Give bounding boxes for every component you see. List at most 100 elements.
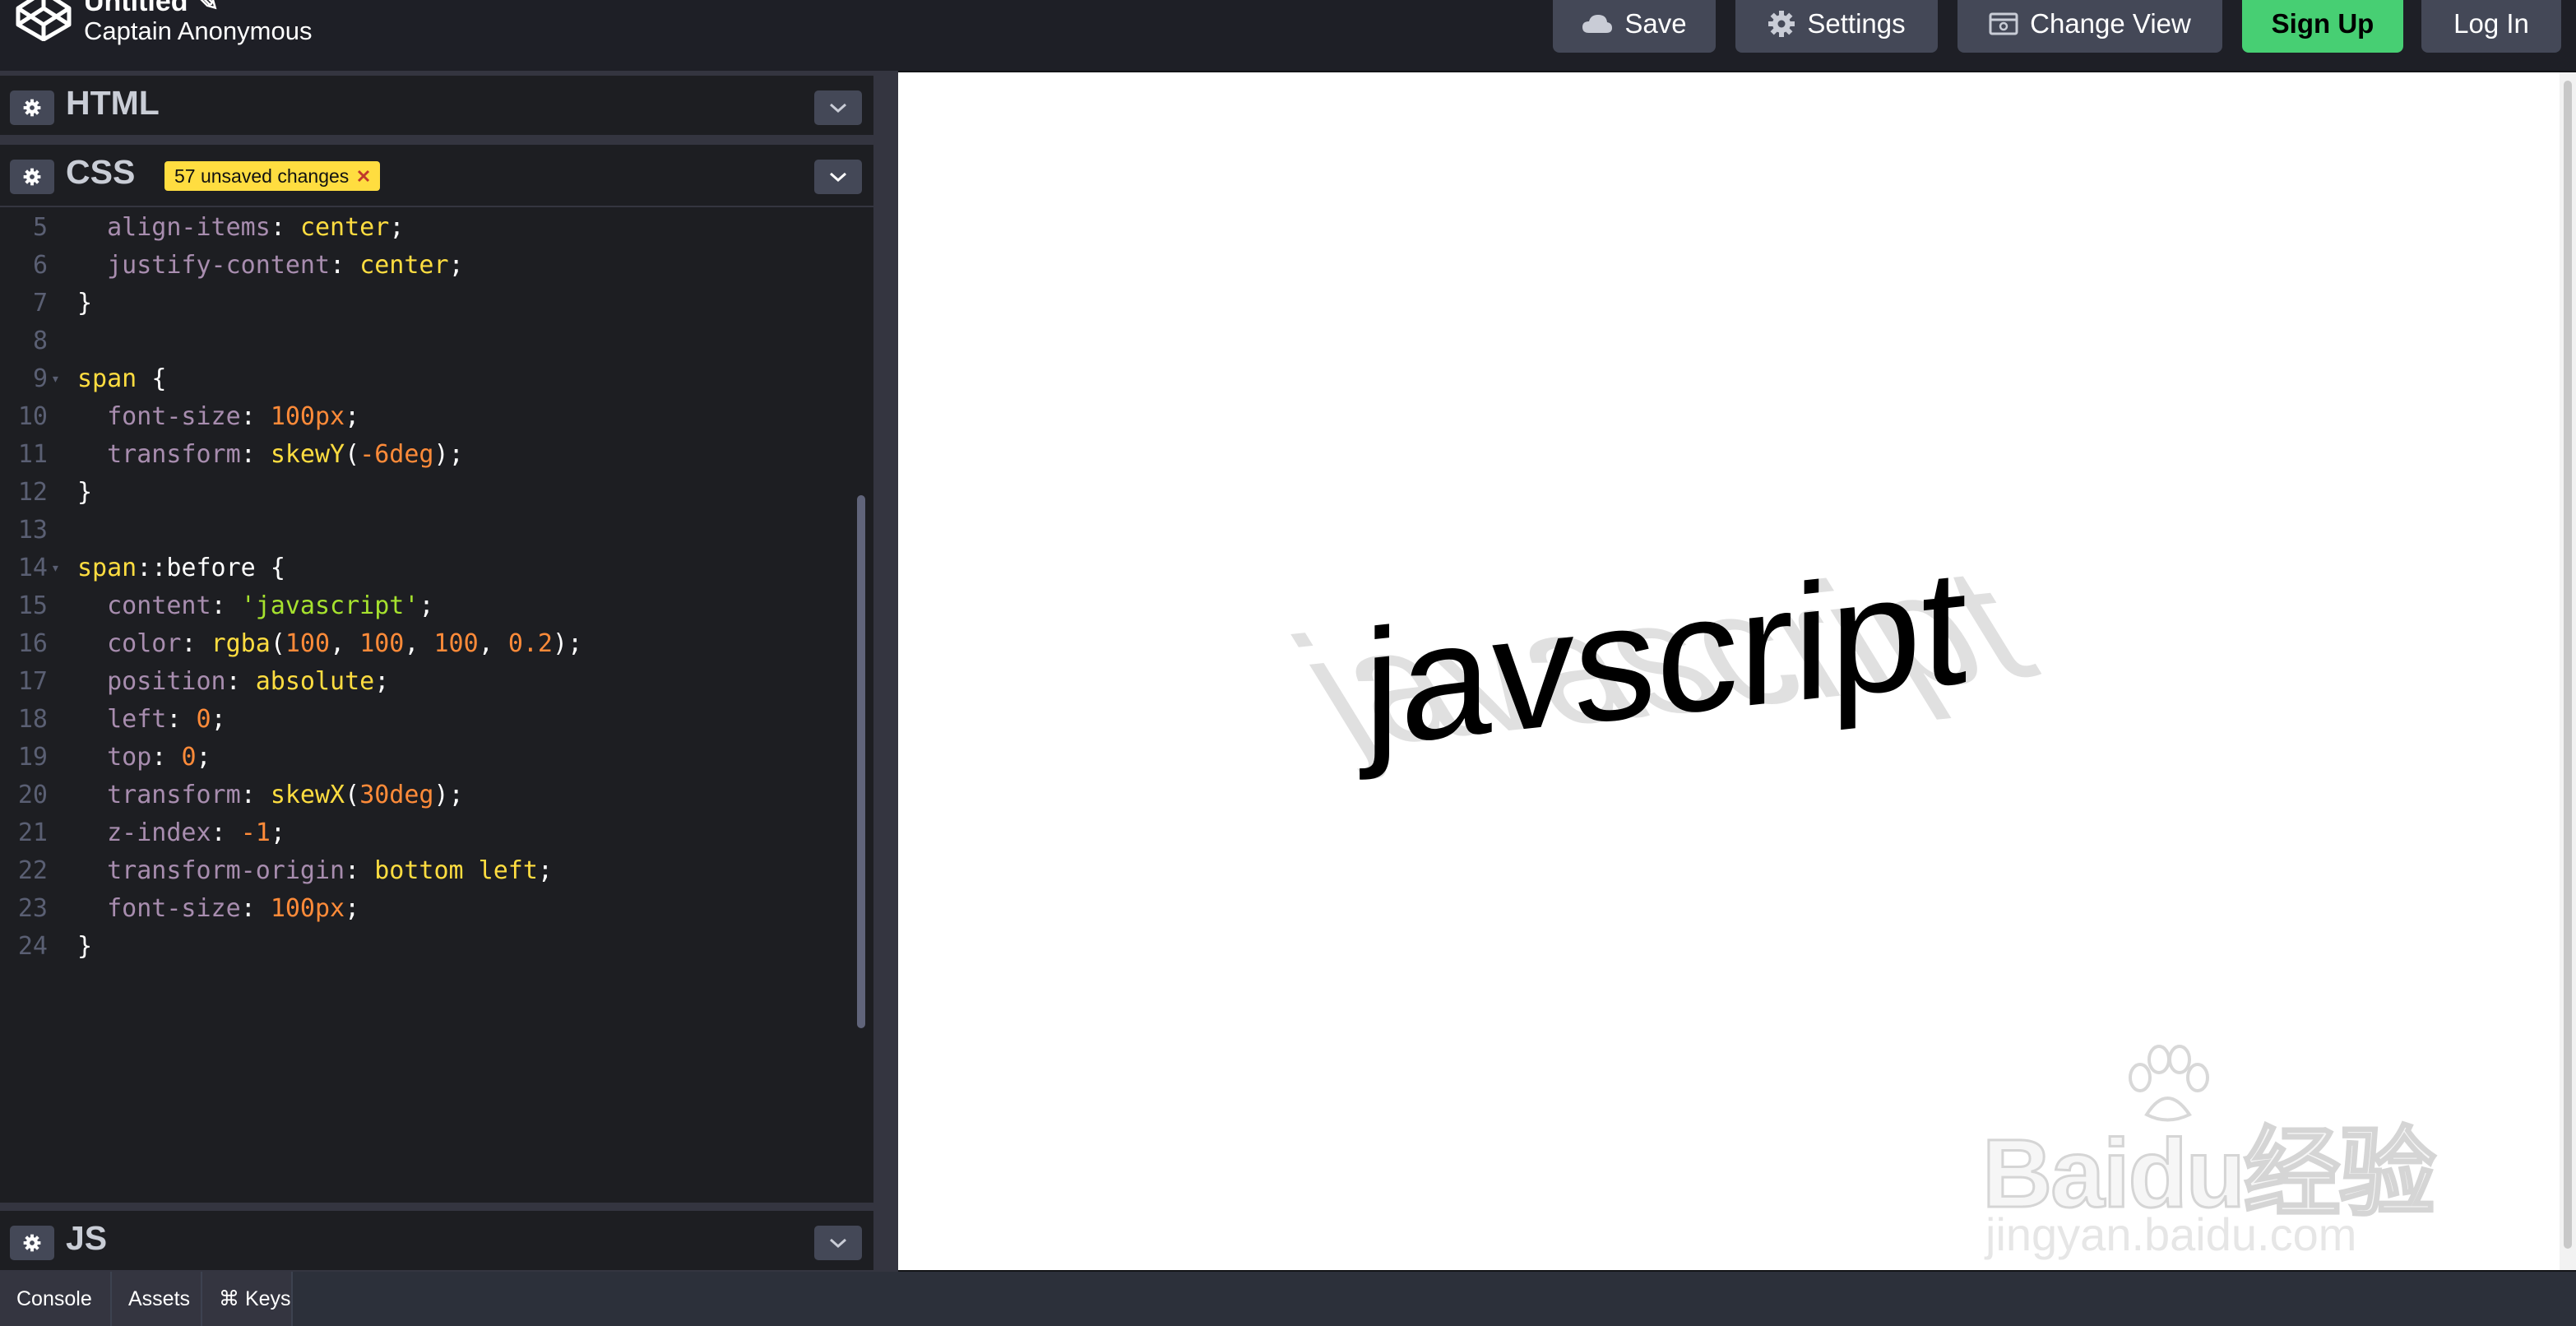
code-text: font-size: 100px; [107, 894, 360, 923]
line-number: 20 [17, 781, 48, 809]
console-button[interactable]: Console [0, 1272, 112, 1326]
code-line[interactable]: 11 transform: skewY(-6deg); [0, 436, 855, 474]
html-panel-title: HTML [66, 84, 160, 122]
code-line[interactable]: 19 top: 0; [0, 739, 855, 777]
code-line[interactable]: 23 font-size: 100px; [0, 890, 855, 928]
code-text: transform-origin: bottom left; [107, 856, 553, 885]
code-text: span::before { [77, 554, 285, 582]
unsaved-changes-badge[interactable]: 57 unsaved changes [164, 161, 381, 191]
code-text: } [77, 932, 93, 961]
js-panel-header[interactable]: JS [0, 1211, 873, 1270]
code-text: } [77, 478, 93, 507]
preview-scrollbar-thumb[interactable] [2564, 81, 2572, 1249]
unsaved-changes-label: 57 unsaved changes [174, 165, 350, 187]
html-panel-header[interactable]: HTML [0, 76, 873, 135]
css-settings-button[interactable] [10, 160, 54, 194]
code-text: color: rgba(100, 100, 100, 0.2); [107, 629, 583, 658]
line-number: 23 [17, 894, 48, 923]
assets-button[interactable]: Assets [112, 1272, 202, 1326]
code-line[interactable]: 13 [0, 512, 855, 549]
html-collapse-button[interactable] [814, 90, 862, 125]
code-line[interactable]: 20 transform: skewX(30deg); [0, 777, 855, 814]
line-number: 10 [17, 402, 48, 431]
preview-scrollbar[interactable] [2560, 72, 2576, 1270]
code-line[interactable]: 18 left: 0; [0, 701, 855, 739]
sign-up-label: Sign Up [2271, 8, 2374, 39]
line-number: 8 [32, 327, 48, 355]
code-text: span { [77, 364, 167, 393]
code-text: } [77, 289, 93, 318]
chevron-down-icon [830, 1238, 846, 1249]
code-line[interactable]: 16 color: rgba(100, 100, 100, 0.2); [0, 625, 855, 663]
code-text: top: 0; [107, 743, 211, 772]
css-code-editor[interactable]: 5 align-items: center; 6 justify-content:… [0, 207, 873, 1203]
code-line[interactable]: 15 content: 'javascript'; [0, 587, 855, 625]
fold-arrow-icon[interactable]: ▾ [51, 549, 60, 587]
line-number: 5 [32, 213, 48, 242]
line-number: 9 [32, 364, 48, 393]
code-text: transform: skewX(30deg); [107, 781, 464, 809]
code-text: position: absolute; [107, 667, 390, 696]
fold-arrow-icon[interactable]: ▾ [51, 360, 60, 398]
code-text: z-index: -1; [107, 818, 285, 847]
code-line[interactable]: 7} [0, 285, 855, 322]
line-number: 11 [17, 440, 48, 469]
css-panel-title: CSS [66, 153, 136, 191]
log-in-label: Log In [2453, 8, 2529, 39]
line-number: 21 [17, 818, 48, 847]
save-label: Save [1624, 8, 1687, 39]
settings-button[interactable]: Settings [1735, 0, 1938, 53]
css-panel-header[interactable]: CSS 57 unsaved changes [0, 145, 873, 206]
pen-title[interactable]: Untitled ✎ [84, 0, 220, 18]
code-line[interactable]: 6 justify-content: center; [0, 247, 855, 285]
line-number: 7 [32, 289, 48, 318]
gear-icon [23, 99, 41, 117]
code-line[interactable]: 14 ▾ span::before { [0, 549, 855, 587]
code-line[interactable]: 24} [0, 928, 855, 966]
code-line[interactable]: 8 [0, 322, 855, 360]
code-line[interactable]: 21 z-index: -1; [0, 814, 855, 852]
bottom-bar: Console Assets ⌘ Keys [0, 1272, 2576, 1326]
line-number: 14 [17, 554, 48, 582]
gear-icon [23, 1234, 41, 1252]
skewed-word: javascript javscript [1263, 534, 2064, 781]
code-text: transform: skewY(-6deg); [107, 440, 464, 469]
save-button[interactable]: Save [1553, 0, 1716, 53]
html-settings-button[interactable] [10, 90, 54, 125]
css-collapse-button[interactable] [814, 160, 862, 194]
change-view-button[interactable]: Change View [1957, 0, 2222, 53]
line-number: 19 [17, 743, 48, 772]
close-icon[interactable] [357, 169, 370, 183]
keys-button[interactable]: ⌘ Keys [202, 1272, 293, 1326]
code-line[interactable]: 9 ▾ span { [0, 360, 855, 398]
settings-label: Settings [1807, 8, 1906, 39]
edit-pencil-icon[interactable]: ✎ [196, 0, 220, 17]
code-line[interactable]: 5 align-items: center; [0, 209, 855, 247]
baidu-watermark: Baidu经验 jingyan.baidu.com [1974, 1045, 2451, 1275]
codepen-logo-icon[interactable] [15, 0, 72, 41]
log-in-button[interactable]: Log In [2421, 0, 2561, 53]
code-line[interactable]: 10 font-size: 100px; [0, 398, 855, 436]
js-panel-title: JS [66, 1219, 108, 1257]
line-number: 17 [17, 667, 48, 696]
sign-up-button[interactable]: Sign Up [2242, 0, 2403, 53]
top-header: Untitled ✎ Captain Anonymous Save Settin… [0, 0, 2576, 71]
js-collapse-button[interactable] [814, 1226, 862, 1260]
panel-resize-gutter[interactable] [873, 71, 898, 1272]
code-text: align-items: center; [107, 213, 405, 242]
pen-owner[interactable]: Captain Anonymous [84, 16, 312, 46]
chevron-down-icon [830, 103, 846, 114]
change-view-label: Change View [2030, 8, 2191, 39]
code-line[interactable]: 17 position: absolute; [0, 663, 855, 701]
code-line[interactable]: 12} [0, 474, 855, 512]
code-line[interactable]: 22 transform-origin: bottom left; [0, 852, 855, 890]
watermark-url: jingyan.baidu.com [1985, 1208, 2357, 1260]
code-text: left: 0; [107, 705, 226, 734]
demo-output: javascript javscript [1263, 534, 2064, 781]
line-number: 16 [17, 629, 48, 658]
code-text: font-size: 100px; [107, 402, 360, 431]
js-settings-button[interactable] [10, 1226, 54, 1260]
line-number: 18 [17, 705, 48, 734]
editor-scrollbar[interactable] [857, 495, 865, 1028]
line-number: 12 [17, 478, 48, 507]
